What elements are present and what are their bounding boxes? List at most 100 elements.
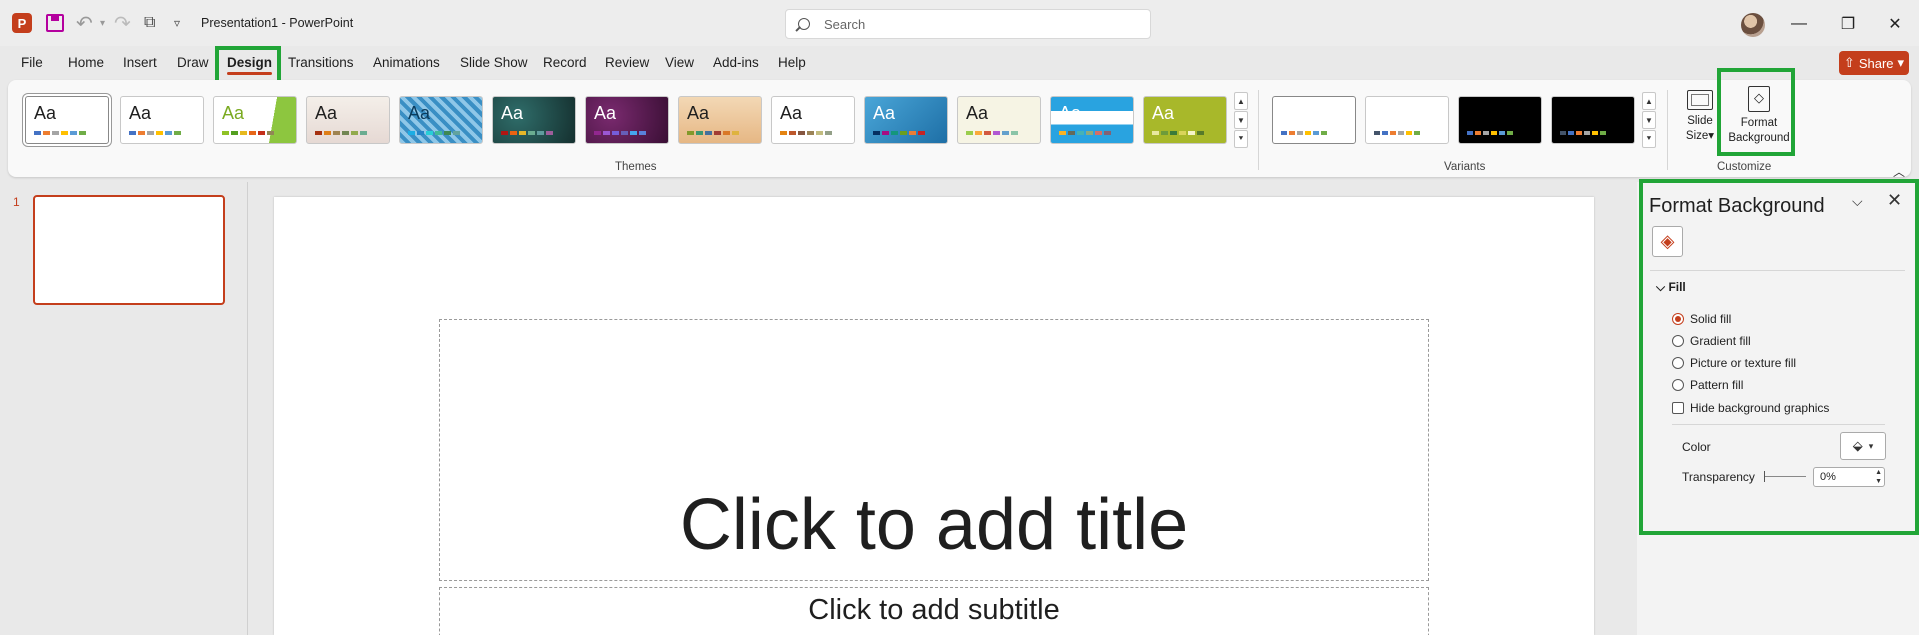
close-pane-icon[interactable]: ✕ <box>1887 190 1902 211</box>
theme-organic[interactable]: Aa <box>678 96 762 144</box>
spinner-arrows-icon[interactable]: ▲ ▼ <box>1875 468 1882 486</box>
radio-pattern-fill[interactable] <box>1672 379 1684 391</box>
slide-size-button[interactable]: Slide Size▾ <box>1680 90 1720 144</box>
theme-retrospect[interactable]: Aa <box>771 96 855 144</box>
search-icon <box>798 18 810 30</box>
format-background-button[interactable]: ◇ Format Background <box>1722 86 1796 146</box>
fill-section-header[interactable]: ⌵ Fill <box>1656 280 1686 295</box>
picture-fill-label: Picture or texture fill <box>1690 356 1797 370</box>
close-window-icon[interactable]: ✕ <box>1885 14 1905 34</box>
themes-more-icon[interactable]: ⯆ <box>1234 130 1248 148</box>
variants-scroll-up-icon[interactable]: ▲ <box>1642 92 1656 110</box>
variant-3[interactable] <box>1458 96 1542 144</box>
variant-4[interactable] <box>1551 96 1635 144</box>
pane-options-chevron-icon[interactable]: ⌵ <box>1852 193 1863 210</box>
tab-help[interactable]: Help <box>778 55 806 70</box>
themes-scroll-down-icon[interactable]: ▼ <box>1234 111 1248 129</box>
subtitle-placeholder[interactable]: Click to add subtitle <box>439 587 1429 635</box>
avatar[interactable] <box>1741 13 1765 37</box>
variant-colors <box>1560 131 1606 135</box>
tab-animations[interactable]: Animations <box>373 55 440 70</box>
theme-facet[interactable]: Aa <box>213 96 297 144</box>
tab-record[interactable]: Record <box>543 55 587 70</box>
format-background-label-2: Background <box>1728 131 1790 144</box>
title-placeholder[interactable]: Click to add title <box>439 319 1429 581</box>
redo-icon[interactable]: ↷ <box>114 12 131 35</box>
theme-colors <box>222 131 274 135</box>
tab-home[interactable]: Home <box>68 55 104 70</box>
theme-colors <box>408 131 460 135</box>
theme-colors <box>1152 131 1204 135</box>
radio-picture-fill[interactable] <box>1672 357 1684 369</box>
share-button[interactable]: ⇧ Share ▾ <box>1839 51 1909 75</box>
theme-colors <box>780 131 832 135</box>
theme-sample: Aa <box>1152 103 1175 123</box>
theme-slice[interactable]: Aa <box>864 96 948 144</box>
save-icon[interactable] <box>46 14 64 32</box>
minimize-icon[interactable]: — <box>1789 14 1809 34</box>
tab-add-ins[interactable]: Add-ins <box>713 55 759 70</box>
title-placeholder-text: Click to add title <box>679 485 1189 565</box>
slide-thumbnail[interactable] <box>33 195 225 305</box>
undo-dropdown-icon[interactable]: ▾ <box>100 12 105 34</box>
radio-solid-fill[interactable] <box>1672 313 1684 325</box>
theme-integral[interactable]: Aa <box>306 96 390 144</box>
color-picker-button[interactable]: ⬙ ▾ <box>1840 432 1886 460</box>
variants-group-label: Variants <box>1444 161 1486 173</box>
search-box[interactable]: Search <box>785 9 1151 39</box>
tab-review[interactable]: Review <box>605 55 649 70</box>
theme-sample: Aa <box>780 103 803 123</box>
ribbon-tabs: File Home Insert Draw Design Transitions… <box>0 46 1919 80</box>
radio-gradient-fill[interactable] <box>1672 335 1684 347</box>
variants-more-icon[interactable]: ⯆ <box>1642 130 1656 148</box>
collapse-ribbon-icon[interactable]: ︿ <box>1893 163 1905 180</box>
customize-toolbar-icon[interactable]: ▿ <box>174 12 180 34</box>
variants-scroll-down-icon[interactable]: ▼ <box>1642 111 1656 129</box>
tab-file[interactable]: File <box>21 55 43 70</box>
solid-fill-option[interactable]: Solid fill <box>1672 312 1731 326</box>
variant-2[interactable] <box>1365 96 1449 144</box>
tab-slide-show[interactable]: Slide Show <box>460 55 528 70</box>
restore-icon[interactable]: ❐ <box>1838 14 1858 34</box>
theme-ion-boardroom[interactable]: Aa <box>399 96 483 144</box>
themes-scroll-up-icon[interactable]: ▲ <box>1234 92 1248 110</box>
fill-bucket-icon[interactable]: ◈ <box>1652 226 1683 257</box>
theme-ion[interactable]: Aa <box>492 96 576 144</box>
transparency-spinner[interactable]: 0% ▲ ▼ <box>1813 467 1885 487</box>
chevron-down-icon: ▾ <box>1708 129 1715 142</box>
undo-icon[interactable]: ↶ <box>76 12 93 35</box>
solid-fill-label: Solid fill <box>1690 312 1732 326</box>
paint-bucket-icon: ⬙ <box>1852 438 1863 453</box>
theme-sample: Aa <box>873 103 896 123</box>
slide-size-label-2: Size <box>1685 129 1709 142</box>
theme-colors <box>315 131 367 135</box>
theme-sample: Aa <box>966 103 989 123</box>
picture-fill-option[interactable]: Picture or texture fill <box>1672 356 1796 370</box>
theme-badge[interactable]: Aa <box>1050 96 1134 144</box>
theme-sample: Aa <box>1059 103 1082 123</box>
tab-draw[interactable]: Draw <box>177 55 209 70</box>
theme-colors <box>34 131 86 135</box>
theme-ion-purple[interactable]: Aa <box>585 96 669 144</box>
share-icon: ⇧ <box>1843 55 1855 70</box>
theme-vapor[interactable]: Aa <box>1143 96 1227 144</box>
divider <box>1650 270 1905 271</box>
theme-office[interactable]: Aa <box>25 96 109 144</box>
tab-view[interactable]: View <box>665 55 694 70</box>
slide-canvas[interactable]: Click to add title Click to add subtitle <box>274 197 1594 635</box>
present-from-beginning-icon[interactable]: ⧉ <box>144 12 155 34</box>
theme-sample: Aa <box>315 103 338 123</box>
hide-background-graphics-option[interactable]: Hide background graphics <box>1672 401 1829 415</box>
transparency-slider[interactable] <box>1764 471 1806 482</box>
variant-1[interactable] <box>1272 96 1356 144</box>
pattern-fill-option[interactable]: Pattern fill <box>1672 378 1743 392</box>
tab-design[interactable]: Design <box>227 55 273 75</box>
gradient-fill-option[interactable]: Gradient fill <box>1672 334 1751 348</box>
theme-colors <box>1059 131 1111 135</box>
theme-office-2[interactable]: Aa <box>120 96 204 144</box>
theme-colors <box>966 131 1018 135</box>
hide-graphics-checkbox[interactable] <box>1672 402 1684 414</box>
tab-transitions[interactable]: Transitions <box>288 55 354 70</box>
tab-insert[interactable]: Insert <box>123 55 157 70</box>
theme-wisp[interactable]: Aa <box>957 96 1041 144</box>
